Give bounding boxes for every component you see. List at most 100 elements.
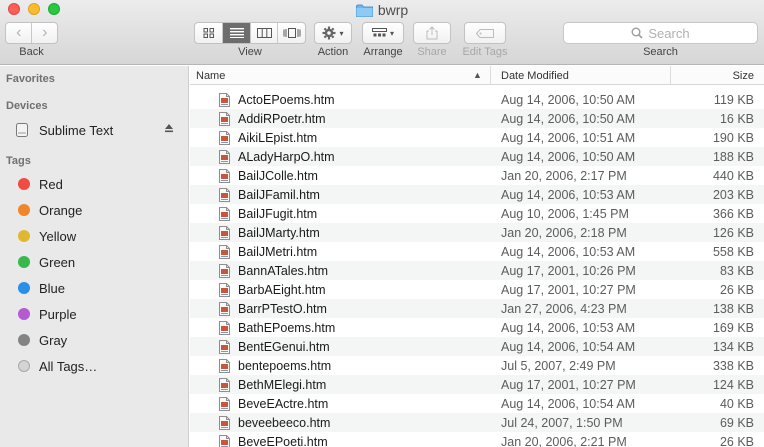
table-row[interactable]: BailJColle.htm Jan 20, 2006, 2:17 PM 440 K… [190, 166, 764, 185]
file-size: 188 KB [712, 149, 754, 164]
file-date-modified: Aug 14, 2006, 10:53 AM [501, 187, 636, 202]
file-date-modified: Aug 14, 2006, 10:50 AM [501, 149, 636, 164]
file-name: BeveEActre.htm [238, 396, 329, 411]
html-document-icon [219, 245, 230, 259]
share-icon [426, 26, 438, 40]
search-label: Search [643, 46, 678, 58]
action-label: Action [317, 46, 349, 58]
column-view-button[interactable] [249, 23, 278, 43]
table-row[interactable]: AddiRPoetr.htm Aug 14, 2006, 10:50 AM 16 K… [190, 109, 764, 128]
file-date-modified: Jan 20, 2006, 2:17 PM [501, 168, 627, 183]
html-document-icon [219, 283, 230, 297]
file-date-modified: Jul 5, 2007, 2:49 PM [501, 358, 616, 373]
table-row[interactable]: BailJFamil.htm Aug 14, 2006, 10:53 AM 203 … [190, 185, 764, 204]
icon-view-button[interactable] [195, 23, 222, 43]
sidebar-item-device[interactable]: Sublime Text [0, 118, 188, 142]
sidebar-item-tag[interactable]: All Tags… [0, 354, 188, 378]
file-name: bentepoems.htm [238, 358, 332, 373]
file-date-modified: Aug 10, 2006, 1:45 PM [501, 206, 629, 221]
file-name: AikiLEpist.htm [238, 130, 318, 145]
table-row[interactable]: BannATales.htm Aug 17, 2001, 10:26 PM 83 K… [190, 261, 764, 280]
file-name: BeveEPoeti.htm [238, 434, 328, 447]
table-row[interactable]: BailJFugit.htm Aug 10, 2006, 1:45 PM 366 K… [190, 204, 764, 223]
file-name: beveebeeco.htm [238, 415, 331, 430]
tag-label: Blue [39, 280, 66, 296]
column-header-date[interactable]: Date Modified [490, 66, 670, 85]
html-document-icon [219, 169, 230, 183]
share-button[interactable] [413, 22, 451, 44]
tag-color-dot-icon [18, 308, 30, 320]
file-date-modified: Aug 14, 2006, 10:53 AM [501, 320, 636, 335]
tag-label: Purple [39, 306, 77, 322]
file-size: 134 KB [712, 339, 754, 354]
html-document-icon [219, 188, 230, 202]
table-row[interactable]: ActoEPoems.htm Aug 14, 2006, 10:50 AM 119 … [190, 90, 764, 109]
tag-label: Red [39, 176, 63, 192]
sidebar-item-tag[interactable]: Gray [0, 328, 188, 352]
view-label: View [238, 46, 262, 58]
action-button[interactable]: ▾ [314, 22, 352, 44]
table-row[interactable]: BailJMarty.htm Jan 20, 2006, 2:18 PM 126 K… [190, 223, 764, 242]
table-row[interactable]: ALadyHarpO.htm Aug 14, 2006, 10:50 AM 188 … [190, 147, 764, 166]
list-view-button[interactable] [222, 23, 250, 43]
devices-heading: Devices [6, 100, 48, 112]
favorites-heading: Favorites [6, 73, 55, 85]
arrange-button[interactable]: ▾ [362, 22, 404, 44]
html-document-icon [219, 131, 230, 145]
table-row[interactable]: BarbAEight.htm Aug 17, 2001, 10:27 PM 26 K… [190, 280, 764, 299]
file-date-modified: Jan 20, 2006, 2:18 PM [501, 225, 627, 240]
file-size: 16 KB [719, 111, 754, 126]
file-date-modified: Aug 14, 2006, 10:54 AM [501, 339, 636, 354]
table-row[interactable]: BeveEPoeti.htm Jan 20, 2006, 2:21 PM 26 KB [190, 432, 764, 447]
back-label: Back [19, 46, 44, 58]
table-row[interactable]: beveebeeco.htm Jul 24, 2007, 1:50 PM 69 KB [190, 413, 764, 432]
sidebar-item-tag[interactable]: Purple [0, 302, 188, 326]
chevron-down-icon: ▾ [339, 28, 344, 38]
tag-color-dot-icon [18, 282, 30, 294]
search-input[interactable]: Search [563, 22, 758, 44]
window-title-text: bwrp [377, 2, 409, 18]
file-size: 26 KB [719, 282, 754, 297]
table-row[interactable]: bentepoems.htm Jul 5, 2007, 2:49 PM 338 KB [190, 356, 764, 375]
columns-icon [256, 28, 272, 38]
file-name: ActoEPoems.htm [238, 92, 335, 107]
column-header-size[interactable]: Size [670, 66, 764, 85]
edit-tags-button[interactable] [464, 22, 506, 44]
forward-button[interactable]: › [31, 23, 57, 43]
chevron-left-icon: ‹ [16, 24, 22, 41]
html-document-icon [219, 321, 230, 335]
tag-color-dot-icon [18, 230, 30, 242]
file-size: 338 KB [712, 358, 754, 373]
file-size: 40 KB [719, 396, 754, 411]
sidebar-item-tag[interactable]: Blue [0, 276, 188, 300]
html-document-icon [219, 112, 230, 126]
table-row[interactable]: AikiLEpist.htm Aug 14, 2006, 10:51 AM 190 … [190, 128, 764, 147]
file-size: 190 KB [712, 130, 754, 145]
eject-icon[interactable] [164, 123, 174, 133]
table-row[interactable]: BethMElegi.htm Aug 17, 2001, 10:27 PM 124 … [190, 375, 764, 394]
cover-flow-button[interactable] [277, 23, 305, 43]
column-header-size-label: Size [732, 69, 754, 82]
table-row[interactable]: BailJMetri.htm Aug 14, 2006, 10:53 AM 558 … [190, 242, 764, 261]
table-row[interactable]: BentEGenui.htm Aug 14, 2006, 10:54 AM 134 … [190, 337, 764, 356]
sidebar-item-tag[interactable]: Yellow [0, 224, 188, 248]
folder-icon [355, 4, 373, 17]
tags-heading: Tags [6, 155, 31, 167]
file-date-modified: Jan 27, 2006, 4:23 PM [501, 301, 627, 316]
sidebar: Favorites Devices Sublime Text Tags Red O… [0, 66, 189, 447]
tag-color-dot-icon [18, 204, 30, 216]
column-header-name[interactable]: Name [196, 66, 486, 85]
toolbar: bwrp ‹ › Back View ▾ Action ▾ Arrange Sh… [0, 0, 764, 65]
file-date-modified: Aug 17, 2001, 10:27 PM [501, 282, 636, 297]
sidebar-item-tag[interactable]: Red [0, 172, 188, 196]
table-row[interactable]: BathEPoems.htm Aug 14, 2006, 10:53 AM 169 … [190, 318, 764, 337]
sidebar-item-tag[interactable]: Green [0, 250, 188, 274]
table-row[interactable]: BeveEActre.htm Aug 14, 2006, 10:54 AM 40 K… [190, 394, 764, 413]
search-placeholder: Search [648, 25, 690, 41]
tag-label: Orange [39, 202, 83, 218]
table-row[interactable]: BarrPTestO.htm Jan 27, 2006, 4:23 PM 138 K… [190, 299, 764, 318]
sidebar-item-tag[interactable]: Orange [0, 198, 188, 222]
html-document-icon [219, 264, 230, 278]
back-button[interactable]: ‹ [6, 23, 31, 43]
file-date-modified: Aug 14, 2006, 10:54 AM [501, 396, 636, 411]
